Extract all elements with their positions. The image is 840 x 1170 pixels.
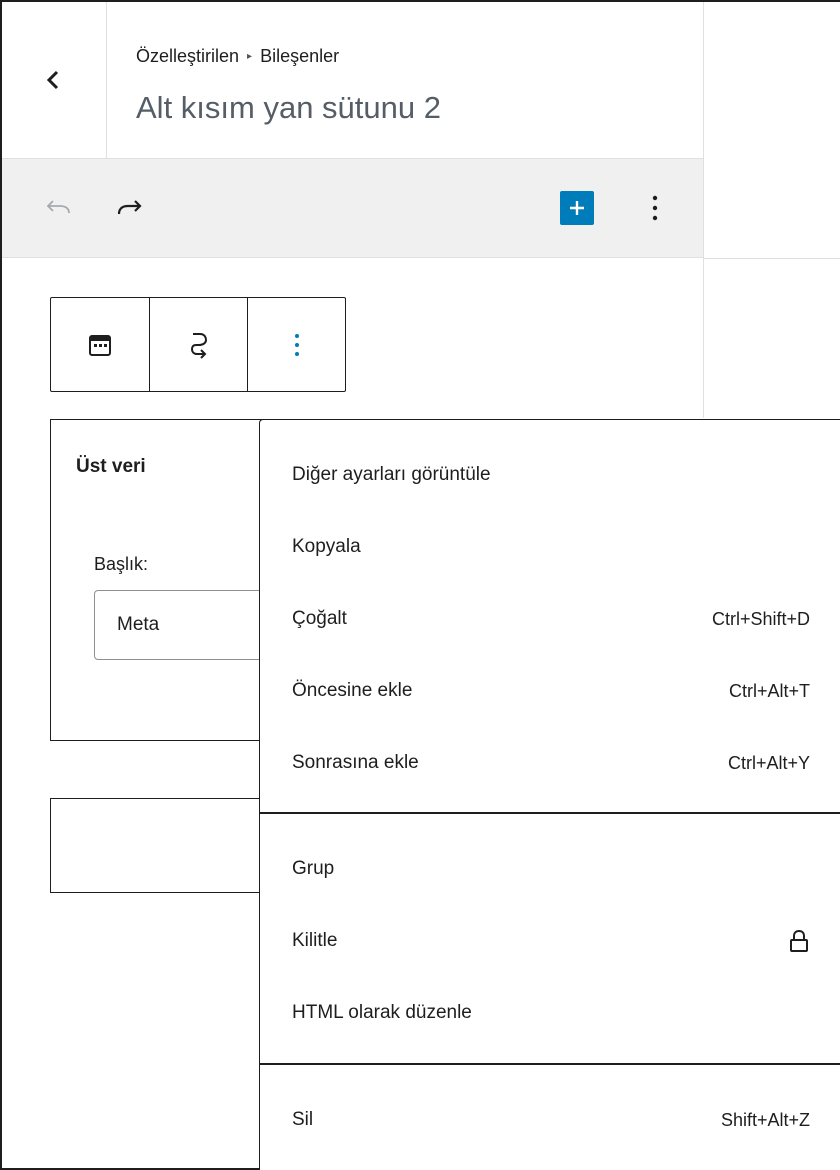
menu-item-edit-as-html[interactable]: HTML olarak düzenle [260, 977, 840, 1049]
calendar-icon [89, 334, 111, 356]
menu-item-insert-before[interactable]: Öncesine ekle Ctrl+Alt+T [260, 655, 840, 727]
shortcut-duplicate: Ctrl+Shift+D [711, 608, 810, 629]
transform-icon [190, 332, 207, 359]
menu-item-group[interactable]: Grup [260, 833, 840, 905]
header-divider [106, 2, 107, 158]
block-options-button[interactable] [247, 298, 345, 391]
breadcrumb-item-customized: Özelleştirilen [136, 46, 240, 66]
redo-icon [117, 200, 142, 215]
undo-icon [46, 200, 70, 214]
more-vertical-icon [294, 333, 299, 356]
menu-item-show-more-settings[interactable]: Diğer ayarları görüntüle [260, 439, 840, 511]
block-type-button[interactable] [51, 298, 149, 391]
menu-item-insert-after[interactable]: Sonrasına ekle Ctrl+Alt+Y [260, 727, 840, 799]
shortcut-delete: Shift+Alt+Z [720, 1109, 810, 1130]
block-toolbar [50, 297, 346, 392]
menu-item-duplicate[interactable]: Çoğalt Ctrl+Shift+D [260, 583, 840, 655]
options-button[interactable] [638, 191, 672, 225]
add-block-button[interactable] [560, 191, 594, 225]
breadcrumb-separator: ▸ [247, 51, 253, 62]
more-vertical-icon [652, 195, 658, 221]
transform-button[interactable] [149, 298, 247, 391]
page-title: Alt kısım yan sütunu 2 [136, 90, 441, 125]
editor-toolbar [2, 158, 703, 258]
panel-hline [703, 258, 840, 259]
menu-separator [260, 812, 840, 814]
menu-item-lock[interactable]: Kilitle [260, 905, 840, 977]
widget-title: Üst veri [76, 456, 146, 477]
title-field-label: Başlık: [94, 554, 149, 574]
plus-icon [570, 201, 584, 215]
sidebar-header: Özelleştirilen ▸ Bileşenler Alt kısım ya… [2, 2, 702, 158]
chevron-left-icon [46, 70, 59, 90]
redo-button[interactable] [110, 193, 150, 225]
undo-button[interactable] [38, 193, 78, 225]
lock-icon [790, 929, 808, 952]
block-options-menu: Diğer ayarları görüntüle Kopyala Çoğalt … [259, 419, 840, 1170]
menu-item-delete[interactable]: Sil Shift+Alt+Z [260, 1084, 840, 1156]
back-button[interactable] [2, 2, 106, 158]
panel-divider [703, 2, 704, 418]
menu-separator [260, 1063, 840, 1065]
menu-item-copy[interactable]: Kopyala [260, 511, 840, 583]
breadcrumb: Özelleştirilen ▸ Bileşenler [136, 46, 339, 67]
shortcut-insert-after: Ctrl+Alt+Y [727, 752, 810, 773]
breadcrumb-item-widgets: Bileşenler [260, 46, 340, 66]
shortcut-insert-before: Ctrl+Alt+T [728, 680, 810, 701]
